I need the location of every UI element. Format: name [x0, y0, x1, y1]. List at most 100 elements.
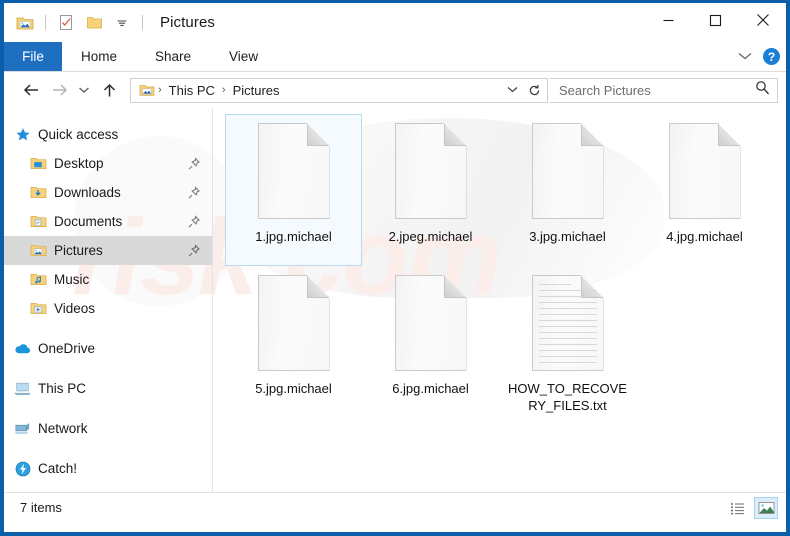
star-icon: [14, 126, 31, 143]
file-item[interactable]: 1.jpg.michael: [225, 114, 362, 266]
pin-icon[interactable]: [188, 214, 200, 228]
folder-downloads-icon: [30, 184, 47, 201]
file-explorer-window: Pictures File Home Share View ? › This P…: [0, 0, 790, 536]
file-name: 1.jpg.michael: [255, 229, 332, 244]
tab-view[interactable]: View: [210, 42, 277, 71]
title-separator: [142, 15, 143, 30]
file-name: 2.jpeg.michael: [388, 229, 473, 244]
breadcrumb: › This PC › Pictures: [137, 83, 501, 98]
folder-pictures-icon: [30, 242, 47, 259]
ribbon-tab-bar: File Home Share View ?: [4, 42, 786, 72]
search-input[interactable]: Search Pictures: [559, 83, 755, 98]
pin-icon[interactable]: [188, 185, 200, 199]
sidebar-label: This PC: [38, 381, 87, 396]
search-box[interactable]: Search Pictures: [550, 77, 778, 103]
breadcrumb-pictures[interactable]: Pictures: [229, 83, 284, 98]
details-view-button[interactable]: [726, 497, 750, 519]
sidebar-item-onedrive[interactable]: OneDrive: [4, 334, 212, 363]
search-icon[interactable]: [755, 80, 770, 100]
breadcrumb-separator[interactable]: ›: [156, 84, 164, 96]
properties-icon[interactable]: [55, 12, 77, 34]
sidebar-label: Documents: [54, 214, 123, 229]
pin-icon[interactable]: [188, 156, 200, 170]
toolbar-separator: [45, 15, 46, 30]
explorer-icon[interactable]: [14, 12, 36, 34]
file-item[interactable]: 6.jpg.michael: [362, 266, 499, 418]
sidebar-label: OneDrive: [38, 341, 96, 356]
network-icon: [14, 420, 31, 437]
file-name: 6.jpg.michael: [392, 381, 469, 396]
file-grid: 1.jpg.michael 2.jpeg.michael 3.jpg.micha…: [225, 114, 786, 418]
sidebar-item-pictures[interactable]: Pictures: [4, 236, 212, 265]
this-pc-icon: [14, 380, 31, 397]
breadcrumb-this-pc[interactable]: This PC: [165, 83, 219, 98]
blank-document-icon: [257, 275, 330, 371]
sidebar-label: Catch!: [38, 461, 78, 476]
text-document-icon: [531, 275, 604, 371]
breadcrumb-bar[interactable]: › This PC › Pictures: [130, 77, 548, 103]
file-name: 5.jpg.michael: [255, 381, 332, 396]
navigation-pane: Quick access Desktop Downloads Documents…: [4, 108, 213, 492]
sidebar-label: Music: [54, 272, 90, 287]
breadcrumb-separator[interactable]: ›: [220, 84, 228, 96]
maximize-button[interactable]: [692, 3, 739, 37]
file-item[interactable]: 4.jpg.michael: [636, 114, 773, 266]
sidebar-item-videos[interactable]: Videos: [4, 294, 212, 323]
file-item[interactable]: 5.jpg.michael: [225, 266, 362, 418]
sidebar-item-music[interactable]: Music: [4, 265, 212, 294]
sidebar-item-quick-access[interactable]: Quick access: [4, 120, 212, 149]
address-dropdown-button[interactable]: [501, 79, 523, 102]
forward-button[interactable]: [46, 77, 72, 103]
sidebar-item-this-pc[interactable]: This PC: [4, 374, 212, 403]
customize-icon[interactable]: [111, 12, 133, 34]
sidebar-label: Network: [38, 421, 88, 436]
sidebar-item-network[interactable]: Network: [4, 414, 212, 443]
blank-document-icon: [257, 123, 330, 219]
sidebar-label: Pictures: [54, 243, 103, 258]
file-item[interactable]: 2.jpeg.michael: [362, 114, 499, 266]
tab-share[interactable]: Share: [136, 42, 210, 71]
catch-app-icon: [14, 460, 31, 477]
back-button[interactable]: [18, 77, 44, 103]
breadcrumb-folder-icon[interactable]: [137, 83, 155, 97]
minimize-button[interactable]: [645, 3, 692, 37]
sidebar-item-catch[interactable]: Catch!: [4, 454, 212, 483]
ribbon-controls: ?: [737, 42, 780, 71]
sidebar-item-desktop[interactable]: Desktop: [4, 149, 212, 178]
folder-music-icon: [30, 271, 47, 288]
help-button[interactable]: ?: [763, 48, 780, 65]
window-controls: [645, 3, 786, 37]
window-title: Pictures: [160, 14, 215, 31]
large-icons-view-button[interactable]: [754, 496, 778, 519]
sidebar-item-downloads[interactable]: Downloads: [4, 178, 212, 207]
sidebar-label: Videos: [54, 301, 96, 316]
quick-access-toolbar: Pictures: [4, 3, 215, 42]
sidebar-label: Desktop: [54, 156, 104, 171]
folder-videos-icon: [30, 300, 47, 317]
sidebar-label: Quick access: [38, 127, 119, 142]
blank-document-icon: [531, 123, 604, 219]
file-name: 4.jpg.michael: [666, 229, 743, 244]
blank-document-icon: [394, 275, 467, 371]
tab-file[interactable]: File: [4, 42, 62, 71]
view-toggle-group: [726, 496, 778, 519]
title-bar: Pictures: [4, 3, 786, 42]
folder-documents-icon: [30, 213, 47, 230]
sidebar-item-documents[interactable]: Documents: [4, 207, 212, 236]
tab-home[interactable]: Home: [62, 42, 136, 71]
refresh-button[interactable]: [523, 79, 545, 102]
pin-icon[interactable]: [188, 243, 200, 257]
file-list-view[interactable]: 1.jpg.michael 2.jpeg.michael 3.jpg.micha…: [213, 108, 786, 492]
up-button[interactable]: [96, 77, 122, 103]
file-name: HOW_TO_RECOVERY_FILES.txt: [508, 381, 627, 413]
file-item[interactable]: HOW_TO_RECOVERY_FILES.txt: [499, 266, 636, 418]
expand-ribbon-button[interactable]: [737, 48, 753, 66]
recent-locations-button[interactable]: [74, 77, 94, 103]
close-button[interactable]: [739, 3, 786, 37]
item-count: 7 items: [20, 500, 62, 515]
new-folder-icon[interactable]: [83, 12, 105, 34]
file-item[interactable]: 3.jpg.michael: [499, 114, 636, 266]
blank-document-icon: [668, 123, 741, 219]
